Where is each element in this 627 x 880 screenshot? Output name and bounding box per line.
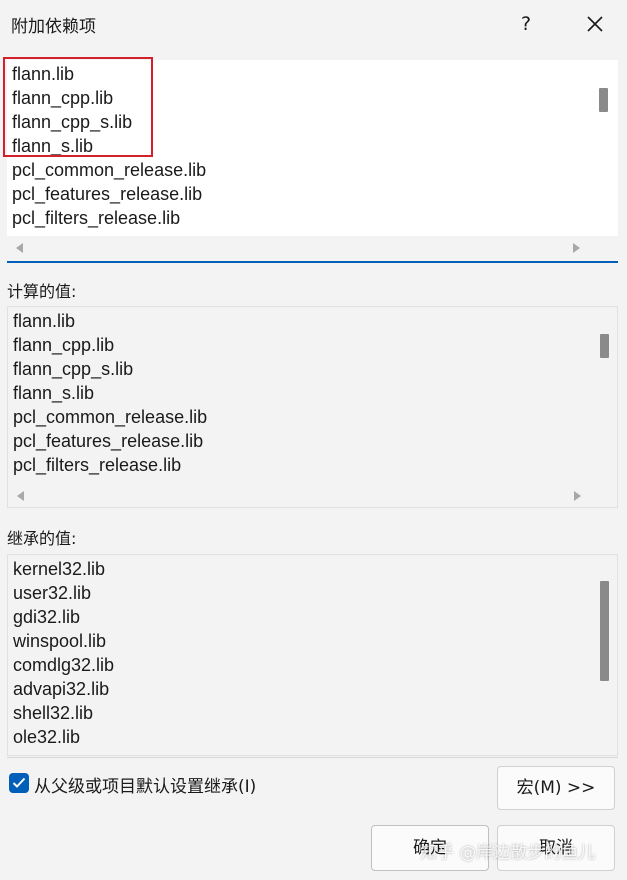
list-item: flann_s.lib xyxy=(13,383,95,403)
inherit-checkbox[interactable] xyxy=(9,773,29,793)
check-icon xyxy=(12,777,26,788)
divider xyxy=(7,757,618,758)
computed-values-label: 计算的值: xyxy=(7,282,77,301)
scrollbar-thumb[interactable] xyxy=(599,88,608,112)
scroll-left-arrow-icon[interactable] xyxy=(17,491,24,501)
title-bar: 附加依赖项 ? xyxy=(0,0,627,48)
list-item: flann_cpp.lib xyxy=(13,335,115,355)
edit-box-vertical-scrollbar[interactable] xyxy=(592,60,618,236)
watermark: 知乎 @岸边散步的鱼儿 xyxy=(420,843,596,863)
list-item: gdi32.lib xyxy=(13,607,81,627)
list-item: flann.lib xyxy=(13,311,76,331)
close-icon xyxy=(587,16,603,32)
help-button[interactable]: ? xyxy=(512,8,540,40)
list-item: kernel32.lib xyxy=(13,559,106,579)
edit-box-focus-line xyxy=(7,261,618,263)
list-item[interactable]: pcl_features_release.lib xyxy=(12,182,202,206)
highlight-annotation xyxy=(3,57,153,157)
scrollbar-thumb[interactable] xyxy=(600,334,609,358)
scroll-right-arrow-icon[interactable] xyxy=(573,243,580,253)
list-item: ole32.lib xyxy=(13,727,81,747)
list-item: comdlg32.lib xyxy=(13,655,115,675)
macro-button[interactable]: 宏(M) >> xyxy=(497,766,615,810)
scroll-right-arrow-icon[interactable] xyxy=(574,491,581,501)
list-item: pcl_features_release.lib xyxy=(13,431,204,451)
inherited-values-label: 继承的值: xyxy=(7,529,77,548)
list-item: winspool.lib xyxy=(13,631,107,651)
list-item: user32.lib xyxy=(13,583,92,603)
inherit-checkbox-label[interactable]: 从父级或项目默认设置继承(I) xyxy=(34,772,256,797)
list-item: shell32.lib xyxy=(13,703,94,723)
close-button[interactable] xyxy=(578,8,612,40)
scrollbar-thumb[interactable] xyxy=(600,581,609,681)
list-item[interactable]: pcl_filters_release.lib xyxy=(12,206,180,230)
dialog-title: 附加依赖项 xyxy=(11,17,96,37)
edit-box-horizontal-scrollbar[interactable] xyxy=(7,236,618,260)
list-item: pcl_common_release.lib xyxy=(13,407,208,427)
inherited-values-list: kernel32.lib user32.lib gdi32.lib winspo… xyxy=(7,554,618,756)
list-item: advapi32.lib xyxy=(13,679,110,699)
list-item[interactable]: pcl_common_release.lib xyxy=(12,158,206,182)
computed-values-list: flann.lib flann_cpp.lib flann_cpp_s.lib … xyxy=(7,306,618,508)
list-item: flann_cpp_s.lib xyxy=(13,359,134,379)
list-item: pcl_filters_release.lib xyxy=(13,455,182,475)
scroll-left-arrow-icon[interactable] xyxy=(16,243,23,253)
